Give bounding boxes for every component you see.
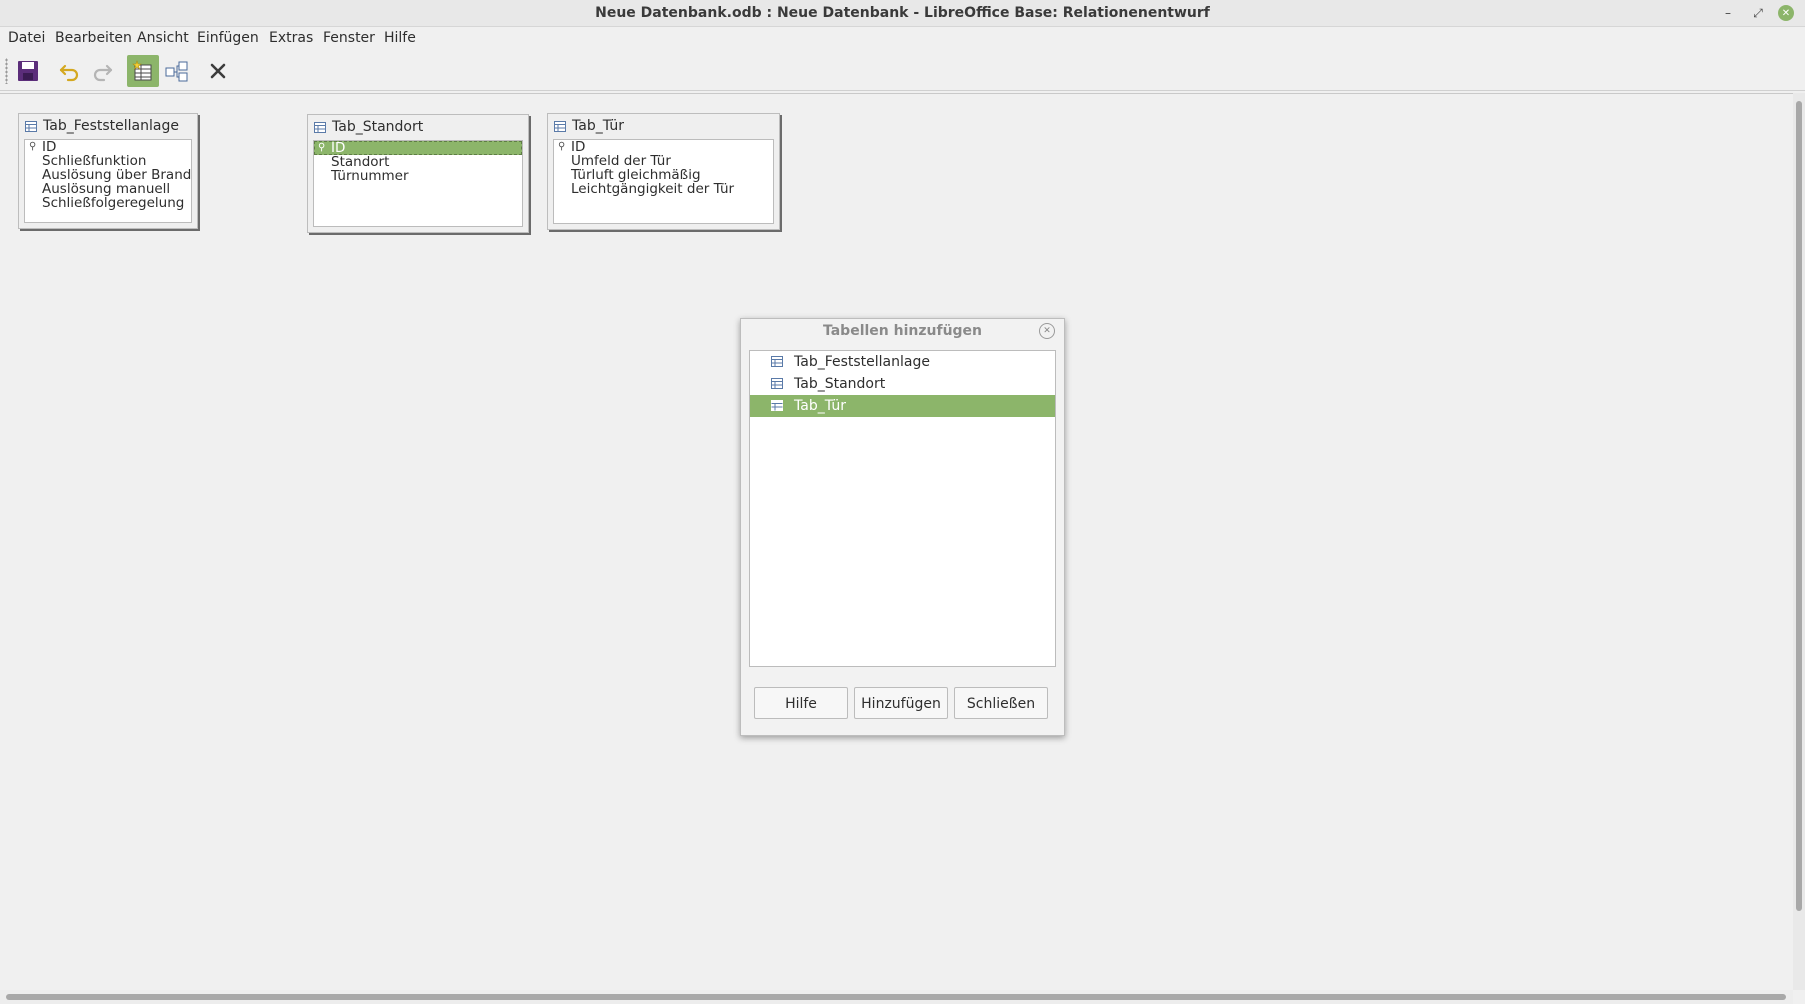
- menu-datei[interactable]: Datei: [4, 30, 49, 46]
- field-item[interactable]: Auslösung manuell: [25, 182, 191, 196]
- scrollbar-thumb[interactable]: [6, 994, 1786, 1000]
- primary-key-icon: ⚲: [29, 141, 37, 152]
- dialog-title: Tabellen hinzufügen: [822, 323, 983, 339]
- list-item[interactable]: Tab_Standort: [750, 373, 1055, 395]
- table-title: Tab_Feststellanlage: [43, 118, 179, 134]
- list-item-label: Tab_Standort: [794, 376, 886, 392]
- redo-button[interactable]: [86, 55, 118, 87]
- field-list[interactable]: ⚲ ID Umfeld der Tür Türluft gleichmäßig L…: [553, 139, 774, 224]
- window-titlebar: Neue Datenbank.odb : Neue Datenbank - Li…: [0, 0, 1805, 27]
- delete-icon: [210, 63, 226, 79]
- table-title: Tab_Standort: [332, 119, 424, 135]
- field-item[interactable]: Standort: [314, 155, 522, 169]
- field-item[interactable]: Türluft gleichmäßig: [554, 168, 773, 182]
- table-title: Tab_Tür: [572, 118, 624, 134]
- redo-icon: [93, 64, 113, 82]
- menu-ansicht[interactable]: Ansicht: [133, 30, 193, 46]
- save-icon: [18, 61, 38, 81]
- menu-hilfe[interactable]: Hilfe: [380, 30, 420, 46]
- list-item-label: Tab_Feststellanlage: [794, 354, 930, 370]
- minimize-button[interactable]: –: [1719, 4, 1737, 22]
- field-item-selected[interactable]: ⚲ ID: [314, 141, 522, 155]
- new-relation-button[interactable]: [161, 55, 193, 87]
- add-tables-icon: [132, 60, 152, 81]
- help-button[interactable]: Hilfe: [754, 687, 848, 719]
- menu-einfuegen[interactable]: Einfügen: [193, 30, 263, 46]
- table-icon: [771, 356, 783, 367]
- table-icon: [25, 120, 37, 132]
- save-button[interactable]: [12, 55, 44, 87]
- field-item[interactable]: Schließfolgeregelung: [25, 196, 191, 210]
- list-item[interactable]: Tab_Feststellanlage: [750, 351, 1055, 373]
- close-window-button[interactable]: ✕: [1778, 5, 1794, 21]
- table-window-header[interactable]: Tab_Tür: [548, 114, 779, 138]
- field-item[interactable]: ⚲ ID: [554, 140, 773, 154]
- field-item[interactable]: Türnummer: [314, 169, 522, 183]
- menu-fenster[interactable]: Fenster: [319, 30, 379, 46]
- list-item-label: Tab_Tür: [794, 398, 846, 414]
- field-list[interactable]: ⚲ ID Schließfunktion Auslösung über Brand…: [24, 139, 192, 223]
- table-window-header[interactable]: Tab_Standort: [308, 115, 528, 139]
- horizontal-scrollbar[interactable]: [0, 990, 1793, 1004]
- field-item[interactable]: ⚲ ID: [25, 140, 191, 154]
- menu-bearbeiten[interactable]: Bearbeiten: [51, 30, 136, 46]
- field-list[interactable]: ⚲ ID Standort Türnummer: [313, 140, 523, 227]
- table-window-tuer[interactable]: Tab_Tür ⚲ ID Umfeld der Tür Türluft gleic…: [547, 113, 780, 230]
- primary-key-icon: ⚲: [318, 142, 326, 153]
- table-icon: [554, 120, 566, 132]
- table-window-feststellanlage[interactable]: Tab_Feststellanlage ⚲ ID Schließfunktion …: [18, 113, 198, 229]
- add-tables-dialog: Tabellen hinzufügen ✕ Tab_Feststellanlag…: [740, 318, 1065, 736]
- dialog-close-icon[interactable]: ✕: [1039, 323, 1055, 339]
- table-window-standort[interactable]: Tab_Standort ⚲ ID Standort Türnummer: [307, 114, 529, 233]
- window-title: Neue Datenbank.odb : Neue Datenbank - Li…: [595, 5, 1210, 21]
- toolbar-grip[interactable]: [5, 58, 8, 84]
- table-icon: [314, 121, 326, 133]
- maximize-button[interactable]: ⤢: [1749, 4, 1767, 22]
- table-icon: [771, 378, 783, 389]
- field-item[interactable]: Leichtgängigkeit der Tür: [554, 182, 773, 196]
- undo-icon: [59, 64, 79, 82]
- field-item[interactable]: Auslösung über Brandmel: [25, 168, 191, 182]
- close-button[interactable]: Schließen: [954, 687, 1048, 719]
- field-item[interactable]: Schließfunktion: [25, 154, 191, 168]
- scrollbar-thumb[interactable]: [1796, 101, 1802, 911]
- toolbar: [0, 52, 1805, 91]
- add-button[interactable]: Hinzufügen: [854, 687, 948, 719]
- menu-extras[interactable]: Extras: [265, 30, 317, 46]
- field-item[interactable]: Umfeld der Tür: [554, 154, 773, 168]
- vertical-scrollbar[interactable]: [1793, 93, 1805, 990]
- list-item-selected[interactable]: Tab_Tür: [750, 395, 1055, 417]
- table-list[interactable]: Tab_Feststellanlage Tab_Standort Tab_Tür: [749, 350, 1056, 667]
- add-tables-button[interactable]: [127, 55, 159, 87]
- table-icon: [771, 400, 783, 411]
- table-window-header[interactable]: Tab_Feststellanlage: [19, 114, 197, 138]
- delete-button[interactable]: [202, 55, 234, 87]
- undo-button[interactable]: [54, 55, 86, 87]
- primary-key-icon: ⚲: [558, 141, 566, 152]
- menubar: Datei Bearbeiten Ansicht Einfügen Extras…: [0, 27, 1805, 51]
- new-relation-icon: [165, 61, 188, 82]
